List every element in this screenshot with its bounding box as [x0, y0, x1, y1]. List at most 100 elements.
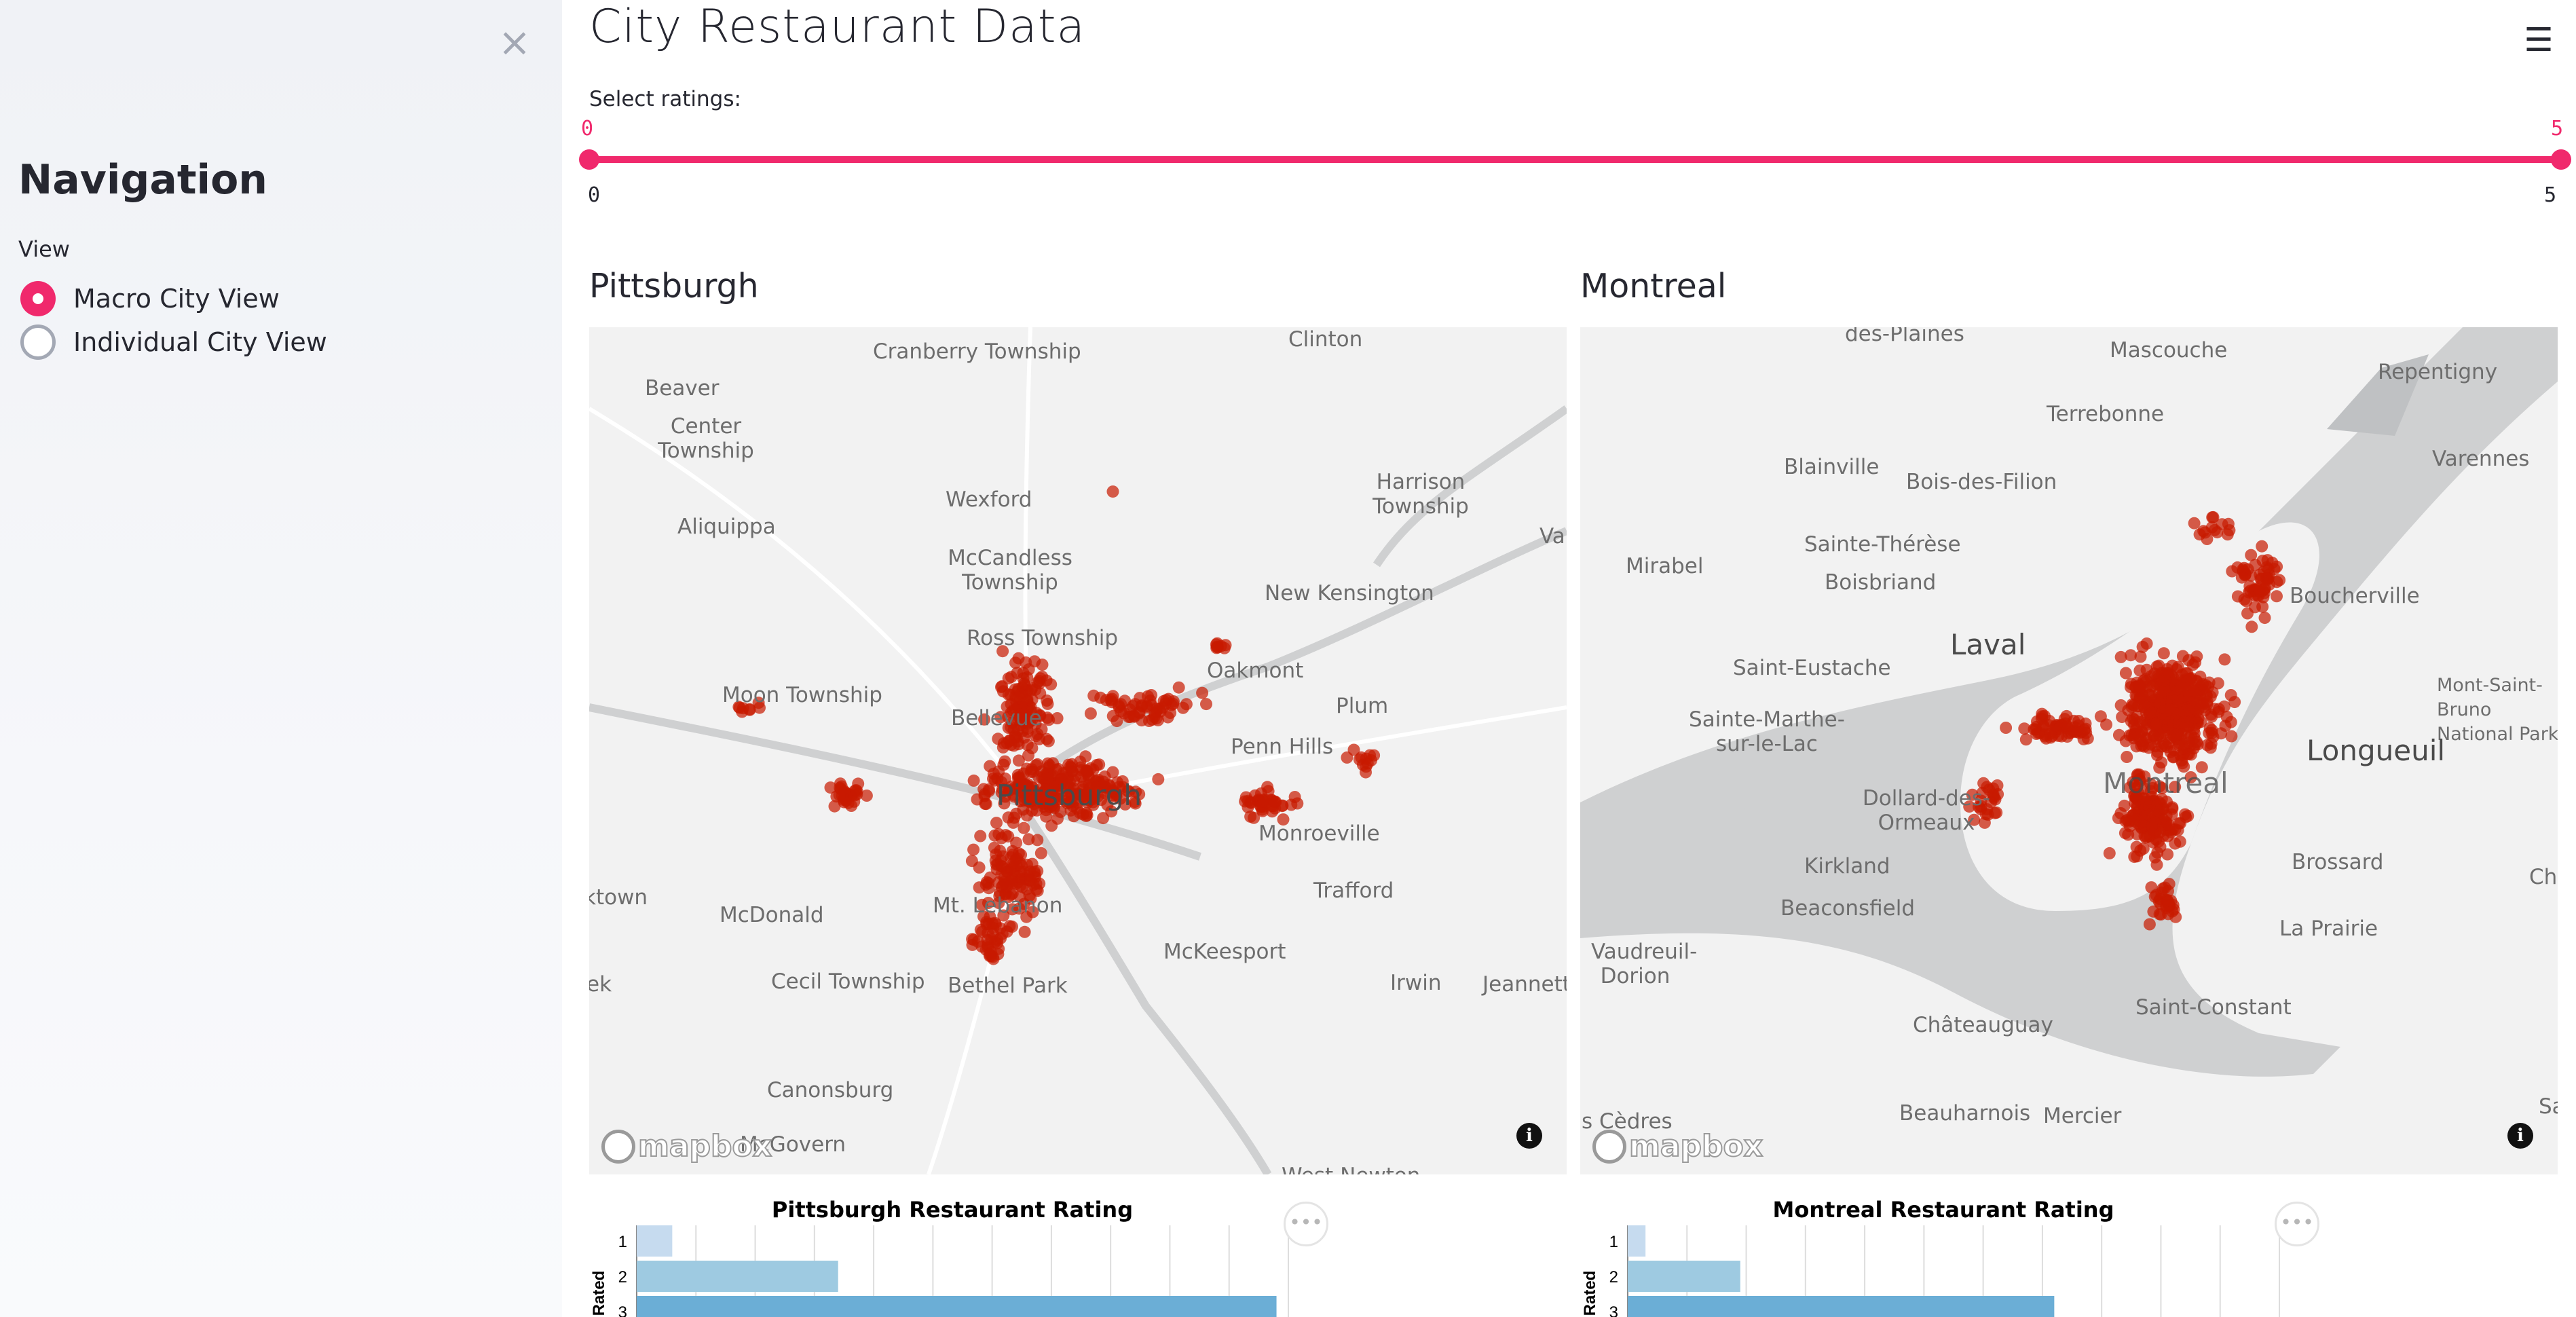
restaurant-point [1261, 781, 1274, 794]
restaurant-point [2130, 840, 2143, 853]
map-place-label: Aliquippa [677, 515, 776, 539]
restaurant-point [2271, 560, 2283, 573]
restaurant-point [1034, 847, 1047, 859]
map-place-label: Mont-Saint-Bruno National Park [2437, 675, 2558, 745]
restaurant-point [2045, 731, 2057, 744]
map-place-label: Pittsburgh [996, 779, 1142, 812]
hamburger-menu-icon[interactable]: ☰ [2519, 20, 2558, 60]
slider-high-handle[interactable] [2551, 149, 2571, 170]
restaurant-point [1093, 758, 1106, 771]
chart-more-options-icon[interactable]: ••• [1284, 1202, 1328, 1246]
mapbox-logo-icon[interactable]: mapbox [601, 1128, 772, 1164]
slider-selected-high-value: 5 [2551, 117, 2564, 141]
restaurant-point [2176, 650, 2189, 663]
restaurant-point [1030, 730, 1043, 743]
view-radio-label: View [18, 236, 70, 262]
restaurant-point [2215, 727, 2228, 740]
restaurant-point [2147, 905, 2160, 918]
restaurant-point [1007, 816, 1020, 829]
restaurant-point [2169, 837, 2182, 850]
restaurant-point [1018, 925, 1031, 938]
chart-bar [1628, 1225, 1646, 1257]
radio-option-individual-city-view[interactable]: Individual City View [20, 322, 327, 362]
mapbox-logo-icon[interactable]: mapbox [1592, 1128, 1763, 1164]
montreal-rating-chart: Montreal Restaurant Rating 1 2 3 Rated [1580, 1191, 2340, 1317]
restaurant-point [1003, 920, 1016, 933]
restaurant-point [1041, 757, 1054, 770]
restaurant-point [2253, 585, 2266, 597]
restaurant-point [1180, 698, 1193, 711]
restaurant-point [2184, 673, 2197, 686]
montreal-map[interactable]: des-Plaines Mascouche Repentigny Terrebo… [1580, 327, 2558, 1174]
rating-slider-track[interactable] [589, 156, 2561, 163]
restaurant-point [2018, 722, 2031, 735]
restaurant-point [1042, 735, 1055, 747]
restaurant-point [2019, 733, 2032, 746]
chart-axis-label: Rated [590, 1271, 608, 1316]
close-sidebar-button[interactable]: × [493, 20, 536, 64]
chart-canvas: 1 2 3 Rated [1581, 1225, 2280, 1317]
map-place-label: Montreal [2103, 766, 2228, 800]
restaurant-point [2224, 689, 2237, 701]
restaurant-point [2159, 684, 2171, 697]
map-place-label: Canonsburg [767, 1078, 894, 1102]
map-place-label: Bellevue [951, 706, 1042, 730]
map-info-icon[interactable]: i [1516, 1123, 1542, 1149]
restaurant-point [2114, 807, 2127, 819]
restaurant-point [997, 737, 1010, 749]
slider-low-handle[interactable] [579, 149, 599, 170]
restaurant-point [1140, 700, 1153, 713]
chart-bar [637, 1296, 1277, 1317]
pittsburgh-map[interactable]: Cranberry Township Clinton Beaver Center… [589, 327, 1567, 1174]
restaurant-point [1084, 707, 1097, 720]
restaurant-point [1075, 764, 1087, 777]
restaurant-point [2061, 720, 2074, 733]
restaurant-point [965, 855, 978, 868]
map-place-label: New Kensington [1265, 581, 1434, 606]
restaurant-point [990, 817, 1003, 830]
map-place-label: Saint-Eustache [1733, 656, 1891, 680]
restaurant-point [974, 830, 987, 842]
restaurant-point [979, 798, 992, 811]
restaurant-point [1097, 812, 1110, 825]
restaurant-point [995, 868, 1008, 880]
map-info-icon[interactable]: i [2507, 1123, 2533, 1149]
sidebar: × Navigation View Macro City View Indivi… [0, 0, 562, 1317]
map-place-label: Oakmont [1207, 658, 1304, 683]
map-place-label: Boisbriand [1825, 570, 1937, 595]
chart-bar [637, 1225, 673, 1257]
map-place-label: Clinton [1288, 327, 1363, 352]
map-place-label: ek [589, 972, 612, 997]
attribution-text: mapbox [1628, 1128, 1763, 1164]
map-place-label: Mirabel [1626, 554, 1704, 578]
restaurant-point [2135, 726, 2148, 739]
restaurant-point [2145, 820, 2158, 832]
chart-tick-label: 3 [1609, 1303, 1618, 1317]
map-place-label: Beaconsfield [1780, 896, 1916, 921]
radio-option-macro-city-view[interactable]: Macro City View [20, 279, 280, 318]
map-place-label: McKeesport [1163, 940, 1286, 964]
restaurant-point [980, 876, 993, 889]
restaurant-point [2130, 740, 2143, 753]
restaurant-point [1249, 789, 1261, 802]
map-place-label: Boucherville [2290, 584, 2420, 608]
chart-more-options-icon[interactable]: ••• [2275, 1202, 2319, 1246]
restaurant-point [2153, 697, 2166, 709]
radio-checked-icon[interactable] [20, 281, 56, 316]
restaurant-point [2182, 736, 2195, 749]
restaurant-point [1360, 766, 1372, 779]
map-place-label: Sa [2539, 1094, 2558, 1119]
restaurant-point [2072, 715, 2085, 727]
montreal-heading: Montreal [1580, 267, 1727, 305]
radio-unchecked-icon[interactable] [20, 324, 56, 360]
sidebar-title: Navigation [18, 156, 268, 204]
map-place-label: Penn Hills [1231, 735, 1334, 759]
restaurant-point [2144, 670, 2157, 683]
restaurant-point [2147, 730, 2160, 743]
restaurant-point [2178, 716, 2190, 728]
restaurant-point [2155, 886, 2168, 899]
restaurant-point [1100, 694, 1113, 707]
main-content: City Restaurant Data ☰ Select ratings: 0… [562, 0, 2576, 1317]
map-place-label: Cecil Township [771, 969, 925, 994]
chart-axis-label: Rated [1581, 1271, 1599, 1316]
